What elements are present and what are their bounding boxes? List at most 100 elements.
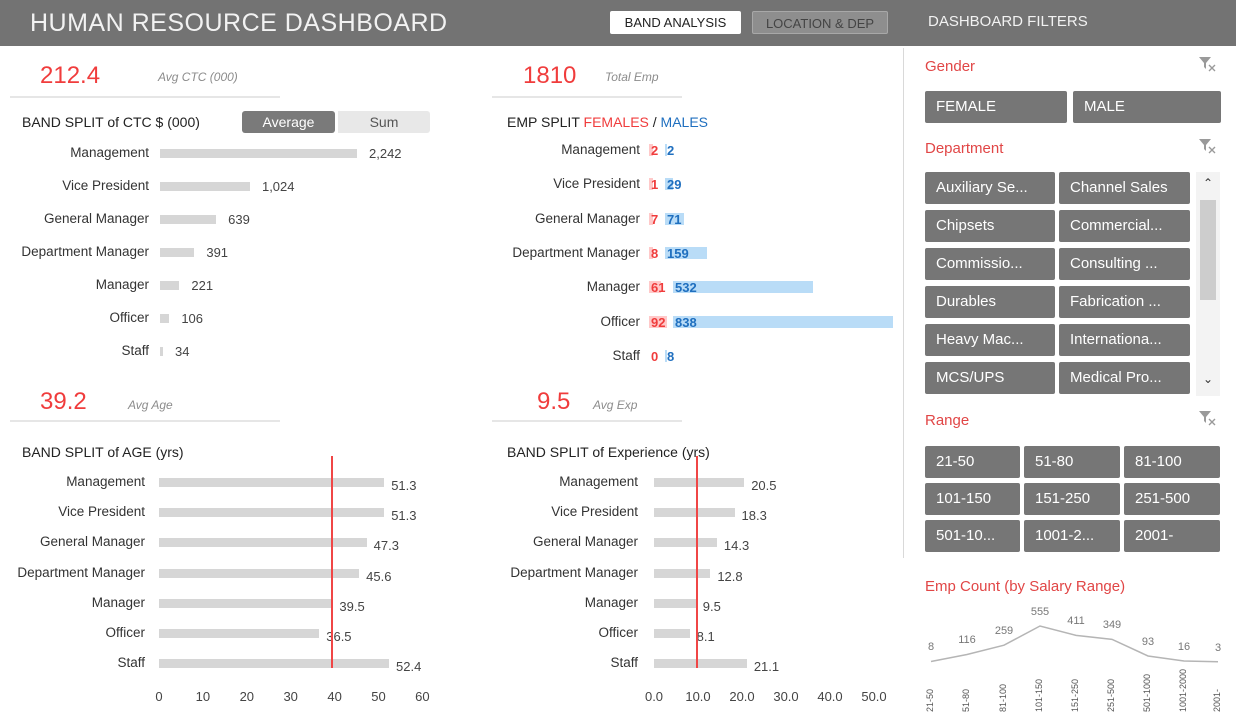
tab-location-dep[interactable]: LOCATION & DEP bbox=[752, 11, 888, 34]
department-chip[interactable]: MCS/UPS bbox=[925, 362, 1055, 394]
gender-chip-female[interactable]: FEMALE bbox=[925, 91, 1067, 123]
department-chip[interactable]: Commercial... bbox=[1059, 210, 1190, 242]
emp-row-label: Vice President bbox=[553, 176, 640, 192]
kpi-avg-age-label: Avg Age bbox=[128, 398, 173, 412]
kpi-total-emp-value: 1810 bbox=[523, 62, 577, 89]
male-count: 29 bbox=[667, 177, 682, 193]
salary-range-category-label: 251-500 bbox=[1106, 678, 1116, 712]
salary-range-category-label: 2001- bbox=[1212, 688, 1222, 712]
range-chip[interactable]: 51-80 bbox=[1024, 446, 1120, 478]
ctc-row-label: Manager bbox=[95, 277, 149, 292]
ctc-chart-title: BAND SPLIT of CTC $ (000) bbox=[22, 114, 200, 130]
female-count: 61 bbox=[651, 280, 666, 296]
department-chip[interactable]: Channel Sales bbox=[1059, 172, 1190, 204]
salary-range-chart-title: Emp Count (by Salary Range) bbox=[925, 578, 1126, 595]
age-row-label: Management bbox=[66, 474, 145, 489]
kpi-underline bbox=[10, 420, 280, 422]
age-value-label: 47.3 bbox=[373, 538, 399, 554]
kpi-underline bbox=[10, 96, 280, 98]
range-chip[interactable]: 501-10... bbox=[925, 520, 1020, 552]
emp-row-label: Management bbox=[561, 142, 640, 157]
gender-chip-male[interactable]: MALE bbox=[1073, 91, 1221, 123]
average-toggle-button[interactable]: Average bbox=[242, 111, 335, 133]
department-chip[interactable]: Durables bbox=[925, 286, 1055, 318]
department-chip[interactable]: Internationa... bbox=[1059, 324, 1190, 356]
tab-band-analysis[interactable]: BAND ANALYSIS bbox=[610, 11, 741, 34]
department-chip[interactable]: Commissio... bbox=[925, 248, 1055, 280]
age-value-label: 39.5 bbox=[339, 598, 365, 614]
range-chip[interactable]: 81-100 bbox=[1124, 446, 1220, 478]
department-chip[interactable]: Consulting ... bbox=[1059, 248, 1190, 280]
female-count: 0 bbox=[651, 348, 659, 364]
female-count: 7 bbox=[651, 211, 659, 227]
kpi-total-emp-label: Total Emp bbox=[605, 70, 659, 84]
filters-title: DASHBOARD FILTERS bbox=[928, 13, 1088, 30]
exp-value-label: 12.8 bbox=[717, 568, 743, 584]
department-chip[interactable]: Fabrication ... bbox=[1059, 286, 1190, 318]
exp-bar bbox=[654, 629, 690, 638]
chevron-down-icon[interactable]: ⌄ bbox=[1196, 372, 1220, 386]
salary-range-category-label: 1001-2000 bbox=[1178, 668, 1188, 712]
exp-bar bbox=[654, 538, 717, 548]
ctc-row-label: General Manager bbox=[43, 211, 149, 226]
gender-filter-clear-icon[interactable] bbox=[1198, 56, 1216, 72]
exp-x-tick: 40.0 bbox=[817, 689, 843, 704]
app-title: HUMAN RESOURCE DASHBOARD bbox=[30, 9, 448, 37]
exp-value-label: 18.3 bbox=[741, 508, 767, 524]
exp-x-tick: 10.0 bbox=[685, 689, 711, 704]
department-chip[interactable]: Auxiliary Se... bbox=[925, 172, 1055, 204]
exp-bar bbox=[654, 598, 696, 608]
male-count: 838 bbox=[675, 314, 697, 330]
range-chip[interactable]: 21-50 bbox=[925, 446, 1020, 478]
exp-bar bbox=[654, 508, 735, 518]
ctc-value-label: 34 bbox=[174, 344, 190, 359]
kpi-avg-ctc-label: Avg CTC (000) bbox=[158, 70, 238, 84]
scroll-thumb[interactable] bbox=[1200, 200, 1216, 300]
ctc-row-label: Management bbox=[70, 145, 149, 160]
female-count: 2 bbox=[651, 143, 659, 158]
ctc-row-label: Vice President bbox=[62, 178, 149, 193]
age-x-tick: 0 bbox=[155, 689, 163, 704]
ctc-bar bbox=[160, 182, 250, 191]
age-row-label: Staff bbox=[117, 655, 145, 671]
male-count: 8 bbox=[667, 348, 675, 364]
range-chip[interactable]: 101-150 bbox=[925, 483, 1020, 515]
exp-row-label: General Manager bbox=[532, 534, 638, 550]
emp-row-label: Manager bbox=[586, 279, 640, 295]
exp-row-label: Department Manager bbox=[510, 564, 638, 580]
range-chip[interactable]: 2001- bbox=[1124, 520, 1220, 552]
exp-x-tick: 50.0 bbox=[861, 689, 887, 704]
chevron-up-icon[interactable]: ⌃ bbox=[1196, 176, 1220, 190]
age-bar bbox=[159, 478, 385, 487]
exp-value-label: 9.5 bbox=[702, 598, 721, 614]
range-filter-clear-icon[interactable] bbox=[1198, 410, 1216, 426]
exp-row-label: Officer bbox=[598, 625, 638, 640]
salary-range-value-label: 116 bbox=[958, 634, 976, 647]
range-chip[interactable]: 151-250 bbox=[1024, 483, 1120, 515]
department-chip[interactable]: Medical Pro... bbox=[1059, 362, 1190, 394]
range-chip[interactable]: 1001-2... bbox=[1024, 520, 1120, 552]
exp-row-label: Manager bbox=[584, 594, 638, 610]
emp-title-males: MALES bbox=[660, 114, 709, 130]
ctc-bar bbox=[160, 281, 180, 290]
department-scrollbar[interactable]: ⌃ ⌄ bbox=[1196, 172, 1220, 396]
department-chip[interactable]: Heavy Mac... bbox=[925, 324, 1055, 356]
emp-title-sep: / bbox=[648, 114, 661, 130]
sum-toggle-button[interactable]: Sum bbox=[338, 111, 430, 133]
ctc-bar bbox=[160, 248, 195, 257]
age-bar bbox=[159, 598, 333, 608]
department-chip[interactable]: Chipsets bbox=[925, 210, 1055, 242]
department-filter-clear-icon[interactable] bbox=[1198, 138, 1216, 154]
female-count: 1 bbox=[651, 177, 659, 193]
salary-range-value-label: 3 bbox=[1214, 641, 1222, 654]
gender-filter-title: Gender bbox=[925, 58, 976, 75]
ctc-value-label: 391 bbox=[206, 245, 229, 260]
age-row-label: Vice President bbox=[58, 504, 145, 520]
kpi-underline bbox=[492, 96, 682, 98]
emp-row-label: Officer bbox=[600, 313, 640, 329]
age-bar bbox=[159, 568, 360, 578]
exp-bar bbox=[654, 568, 711, 578]
male-bar bbox=[673, 315, 893, 328]
kpi-underline bbox=[492, 420, 682, 422]
range-chip[interactable]: 251-500 bbox=[1124, 483, 1220, 515]
